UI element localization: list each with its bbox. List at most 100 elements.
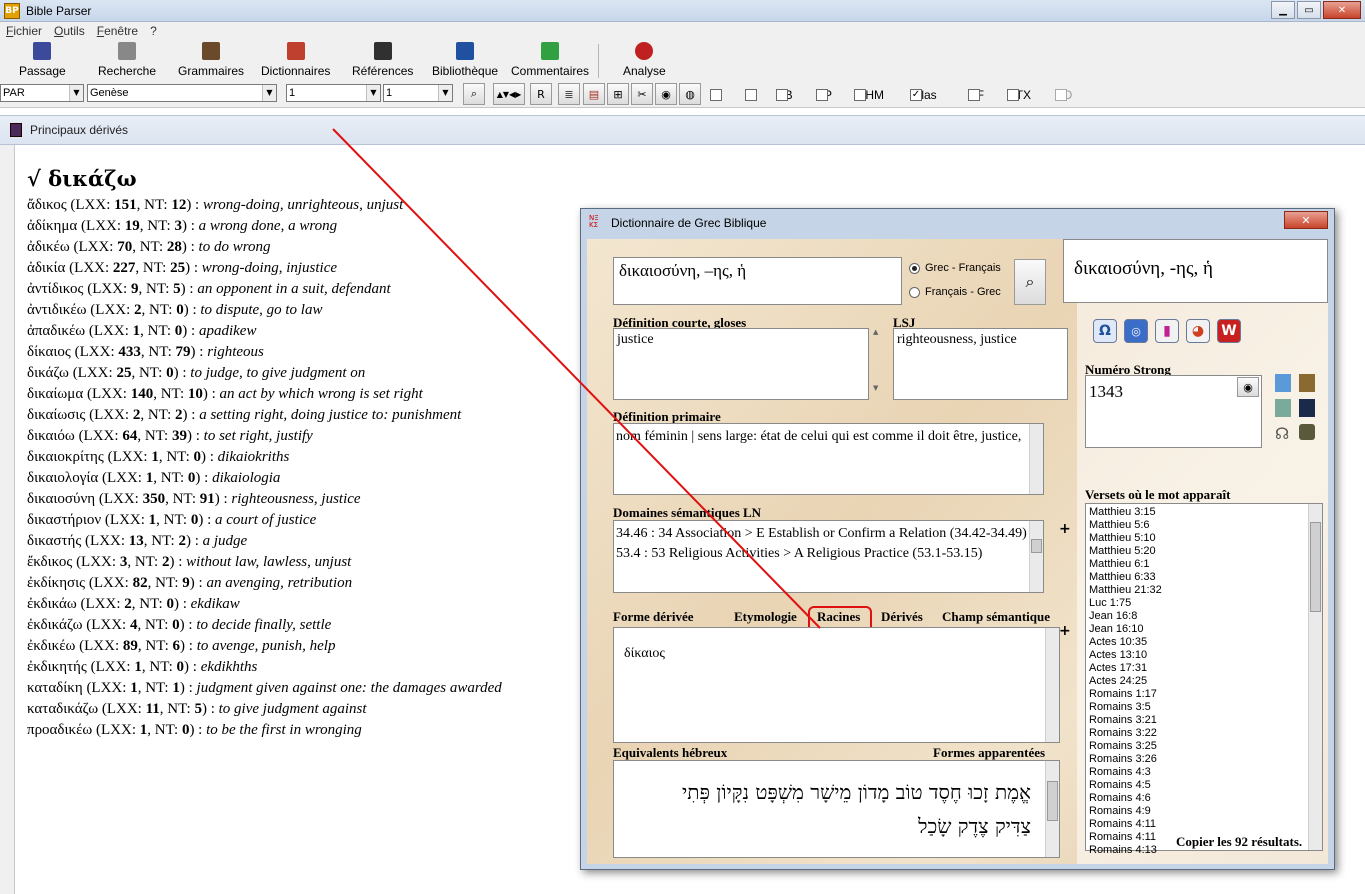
speaker-button[interactable]: ◉ [655,83,677,105]
copy-results-link[interactable]: Copier les 92 résultats. [1176,834,1302,850]
checkbox[interactable] [816,89,828,101]
globe-button[interactable]: ◍ [679,83,701,105]
chart-icon[interactable]: ▮ [1155,319,1179,343]
short-def-scroll[interactable]: ▲ ▼ [873,328,883,400]
vertical-scrollbar[interactable] [1045,628,1059,742]
menu-help[interactable]: ? [150,24,157,38]
verse-item[interactable]: Matthieu 6:33 [1089,571,1322,584]
verse-item[interactable]: Matthieu 6:1 [1089,558,1322,571]
verse-item[interactable]: Actes 13:10 [1089,649,1322,662]
tab-etymologie[interactable]: Etymologie [734,609,797,625]
tab-derives[interactable]: Dérivés [881,609,923,625]
scroll-thumb[interactable] [1047,781,1058,821]
checkbox-checked[interactable]: ✓ [910,89,922,101]
chapter-select[interactable]: 1 ▼ [286,84,381,102]
references-button[interactable]: Références [352,42,413,78]
verses-list-box[interactable]: Matthieu 3:15 Matthieu 5:6 Matthieu 5:10 Ma… [1085,503,1323,856]
search-input[interactable]: δικαιοσύνη, –ης, ἡ [613,257,902,305]
verse-item[interactable]: Matthieu 5:6 [1089,519,1322,532]
books-button[interactable]: ▤ [583,83,605,105]
add-domain-button[interactable]: + [1059,521,1071,537]
verse-item[interactable]: Jean 16:10 [1089,623,1322,636]
add-button[interactable]: + [1059,623,1071,639]
figure-icon[interactable] [1299,424,1315,440]
dialog-close-button[interactable]: ✕ [1284,211,1328,229]
toggle-atlas[interactable]: ✓ Atlas [910,88,937,102]
books-icon[interactable] [1275,374,1291,392]
tab-forme-derivee[interactable]: Forme dérivée [613,609,693,625]
verse-item[interactable]: Romains 4:3 [1089,766,1322,779]
checkbox[interactable] [854,89,866,101]
tree-button[interactable]: ⊞ [607,83,629,105]
version-select[interactable]: PAR ▼ [0,84,84,102]
checkbox[interactable] [968,89,980,101]
menu-fenetre[interactable]: Fenêtre [97,24,138,38]
verse-item[interactable]: Matthieu 5:20 [1089,545,1322,558]
toggle-t[interactable]: T [710,88,722,102]
omega-small-icon[interactable]: ☊ [1275,424,1289,443]
dark-book-icon[interactable] [1299,399,1315,417]
verse-item[interactable]: Romains 3:25 [1089,740,1322,753]
short-def-field[interactable]: justice [613,328,869,400]
text-view-button[interactable]: ≣ [558,83,580,105]
radio-selected[interactable] [909,262,920,274]
book-brown-icon[interactable] [1299,374,1315,392]
comments-button[interactable]: Commentaires [511,42,589,78]
grammar-button[interactable]: Grammaires [178,42,244,78]
radio-unselected[interactable] [909,286,920,298]
verse-item[interactable]: Luc 1:75 [1089,597,1322,610]
scroll-thumb[interactable] [1031,539,1042,553]
checkbox[interactable] [745,89,757,101]
checkbox[interactable] [1007,89,1019,101]
toggle-c[interactable]: C [745,88,757,102]
vertical-scrollbar[interactable] [1308,504,1322,850]
verse-item[interactable]: Matthieu 5:10 [1089,532,1322,545]
verse-item[interactable]: Romains 3:26 [1089,753,1322,766]
tab-champ-semantique[interactable]: Champ sémantique [942,609,1050,625]
minimize-button[interactable]: ▁ [1271,1,1295,19]
verse-item[interactable]: Actes 24:25 [1089,675,1322,688]
verse-item[interactable]: Matthieu 21:32 [1089,584,1322,597]
verse-item[interactable]: Actes 10:35 [1089,636,1322,649]
menu-fichier[interactable]: Fichier [6,24,42,38]
close-button[interactable]: ✕ [1323,1,1361,19]
passage-button[interactable]: Passage [19,42,66,78]
verse-item[interactable]: Romains 4:9 [1089,805,1322,818]
verse-select[interactable]: 1 ▼ [383,84,453,102]
dictionary-button[interactable]: Dictionnaires [261,42,330,78]
toggle-ctx[interactable]: CTX [1007,88,1031,102]
audio-button[interactable]: ◉ [1237,377,1259,397]
verse-item[interactable]: Romains 4:5 [1089,779,1322,792]
menu-outils[interactable]: Outils [54,24,85,38]
tab-content-field[interactable]: δίκαιος [613,627,1060,743]
search-button[interactable]: Recherche [98,42,156,78]
vertical-scrollbar[interactable] [1029,521,1043,592]
omega-icon[interactable]: Ω [1093,319,1117,343]
r-button[interactable]: R [530,83,552,105]
verse-item[interactable]: Matthieu 3:15 [1089,506,1322,519]
primary-def-field[interactable]: nom féminin | sens large: état de celui … [613,423,1044,495]
toggle-vp[interactable]: VP [816,88,832,102]
tools-button[interactable]: ✂ [631,83,653,105]
library-button[interactable]: Bibliothèque [432,42,498,78]
verse-item[interactable]: Actes 17:31 [1089,662,1322,675]
navigate-stepper[interactable]: ▲▼◀▶ [493,83,525,105]
search-globe-icon[interactable]: ◎ [1124,319,1148,343]
w-logo-icon[interactable]: W [1217,319,1241,343]
pie-chart-icon[interactable]: ◕ [1186,319,1210,343]
domains-field[interactable]: 34.46 : 34 Association > E Establish or … [613,520,1044,593]
strong-field[interactable]: 1343 [1085,375,1262,448]
verse-item[interactable]: Romains 3:21 [1089,714,1322,727]
lsj-field[interactable]: righteousness, justice [893,328,1068,400]
checkbox[interactable] [776,89,788,101]
radio-francais-grec[interactable]: Français - Grec [909,286,1001,298]
analysis-button[interactable]: Analyse [623,42,666,78]
book-select[interactable]: Genèse ▼ [87,84,277,102]
find-button[interactable]: ⌕ [463,83,485,105]
radio-grec-francais[interactable]: Grec - Français [909,262,1001,274]
toggle-rf[interactable]: RF [968,88,984,102]
verse-item[interactable]: Romains 1:17 [1089,688,1322,701]
dictionary-search-button[interactable]: ⌕ [1014,259,1046,305]
verse-item[interactable]: Romains 3:5 [1089,701,1322,714]
maximize-button[interactable]: ▭ [1297,1,1321,19]
